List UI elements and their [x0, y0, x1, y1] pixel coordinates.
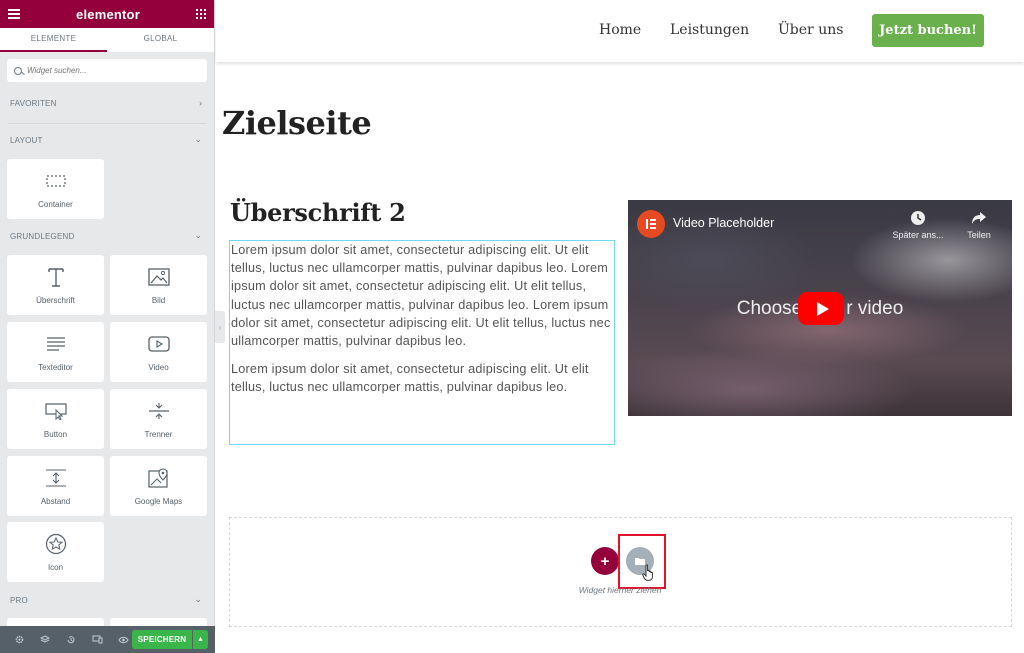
widget-label: Google Maps: [134, 497, 183, 506]
widget-icon[interactable]: Icon: [7, 522, 104, 582]
choose-text-left: Choose: [736, 298, 803, 319]
drop-hint-text: Widget hierher ziehen: [578, 585, 662, 595]
widget-label: Button: [43, 430, 68, 439]
tab-elemente[interactable]: ELEMENTE: [0, 28, 107, 52]
section-favoriten[interactable]: FAVORITEN: [10, 99, 57, 108]
layers-icon[interactable]: [32, 626, 58, 653]
widget-label: Texteditor: [38, 363, 73, 372]
container-icon: [7, 171, 104, 191]
widget-bild[interactable]: Bild: [110, 255, 207, 315]
elementor-channel-logo-icon: [637, 210, 665, 238]
elementor-logo: elementor: [76, 6, 140, 22]
image-icon: [110, 267, 207, 287]
section-grundlegend[interactable]: GRUNDLEGEND: [10, 232, 74, 241]
panel-header: elementor: [0, 0, 214, 28]
collapse-panel-chevron-icon[interactable]: ‹: [215, 311, 225, 343]
star-icon: [7, 533, 104, 555]
panel-tabs: ELEMENTE GLOBAL: [0, 28, 214, 52]
widget-label: Trenner: [144, 430, 173, 439]
map-pin-icon: [110, 468, 207, 488]
section-pro[interactable]: PRO: [10, 596, 28, 605]
nav-ueber-uns[interactable]: Über uns: [778, 22, 843, 38]
widget-video[interactable]: Video: [110, 322, 207, 382]
section-heading[interactable]: Überschrift 2: [230, 198, 406, 227]
settings-icon[interactable]: [6, 626, 32, 653]
widget-search-input[interactable]: [27, 66, 197, 75]
clock-icon: [888, 208, 948, 228]
widget-trenner[interactable]: Trenner: [110, 389, 207, 449]
widget-button[interactable]: Button: [7, 389, 104, 449]
share-arrow-icon: [949, 208, 1009, 228]
add-section-button[interactable]: +: [591, 547, 619, 575]
chevron-down-icon[interactable]: ⌄: [194, 594, 202, 605]
heading-icon: [7, 267, 104, 287]
tab-global[interactable]: GLOBAL: [107, 28, 214, 52]
widget-label: Bild: [151, 296, 166, 305]
divider: [8, 123, 206, 124]
text-editor-widget[interactable]: Lorem ipsum dolor sit amet, consectetur …: [229, 240, 615, 445]
responsive-icon[interactable]: [84, 626, 110, 653]
hand-pointer-cursor-icon: [642, 564, 656, 586]
site-header: Home Leistungen Über uns Jetzt buchen!: [216, 0, 1024, 62]
choose-text-right: r video: [846, 298, 904, 319]
widget-search-box[interactable]: [7, 59, 207, 82]
watch-later-button[interactable]: Später ans...: [888, 208, 948, 240]
elementor-panel: elementor ELEMENTE GLOBAL FAVORITEN › LA…: [0, 0, 215, 653]
chevron-down-icon[interactable]: ⌄: [194, 134, 202, 145]
button-pointer-icon: [7, 401, 104, 421]
widget-label: Container: [38, 200, 73, 209]
panel-footer: SPEICHERN ▲: [0, 626, 215, 653]
paragraph: Lorem ipsum dolor sit amet, consectetur …: [231, 362, 589, 395]
history-icon[interactable]: [58, 626, 84, 653]
section-layout[interactable]: LAYOUT: [10, 136, 43, 145]
widget-label: Video: [148, 363, 169, 372]
widget-abstand[interactable]: Abstand: [7, 456, 104, 516]
widgets-grid-icon[interactable]: [196, 9, 206, 19]
spacer-icon: [7, 468, 104, 488]
widget-label: Icon: [47, 563, 64, 572]
watch-later-label: Später ans...: [892, 230, 944, 240]
nav-home[interactable]: Home: [599, 22, 641, 38]
widget-label: Abstand: [40, 497, 71, 506]
save-options-caret-icon[interactable]: ▲: [193, 630, 208, 649]
widget-label: Überschrift: [36, 296, 75, 305]
book-now-button[interactable]: Jetzt buchen!: [872, 14, 984, 47]
paragraph: Lorem ipsum dolor sit amet, consectetur …: [231, 243, 611, 349]
menu-hamburger-icon[interactable]: [8, 9, 20, 19]
save-button[interactable]: SPEICHERN: [132, 630, 192, 649]
chevron-right-icon[interactable]: ›: [199, 98, 202, 108]
video-play-icon: [110, 334, 207, 354]
video-title[interactable]: Video Placeholder: [673, 216, 774, 230]
widget-google-maps[interactable]: Google Maps: [110, 456, 207, 516]
widget-container[interactable]: Container: [7, 159, 104, 219]
page-title: Zielseite: [222, 104, 372, 142]
text-editor-icon: [7, 334, 104, 354]
nav-leistungen[interactable]: Leistungen: [670, 22, 749, 38]
divider-icon: [110, 401, 207, 421]
youtube-play-icon[interactable]: [798, 292, 844, 325]
widget-texteditor[interactable]: Texteditor: [7, 322, 104, 382]
chevron-down-icon[interactable]: ⌄: [194, 230, 202, 241]
share-label: Teilen: [967, 230, 991, 240]
search-icon: [14, 66, 22, 75]
widget-ueberschrift[interactable]: Überschrift: [7, 255, 104, 315]
video-widget[interactable]: Video Placeholder Später ans... Teilen C…: [628, 200, 1012, 416]
share-button[interactable]: Teilen: [949, 208, 1009, 240]
